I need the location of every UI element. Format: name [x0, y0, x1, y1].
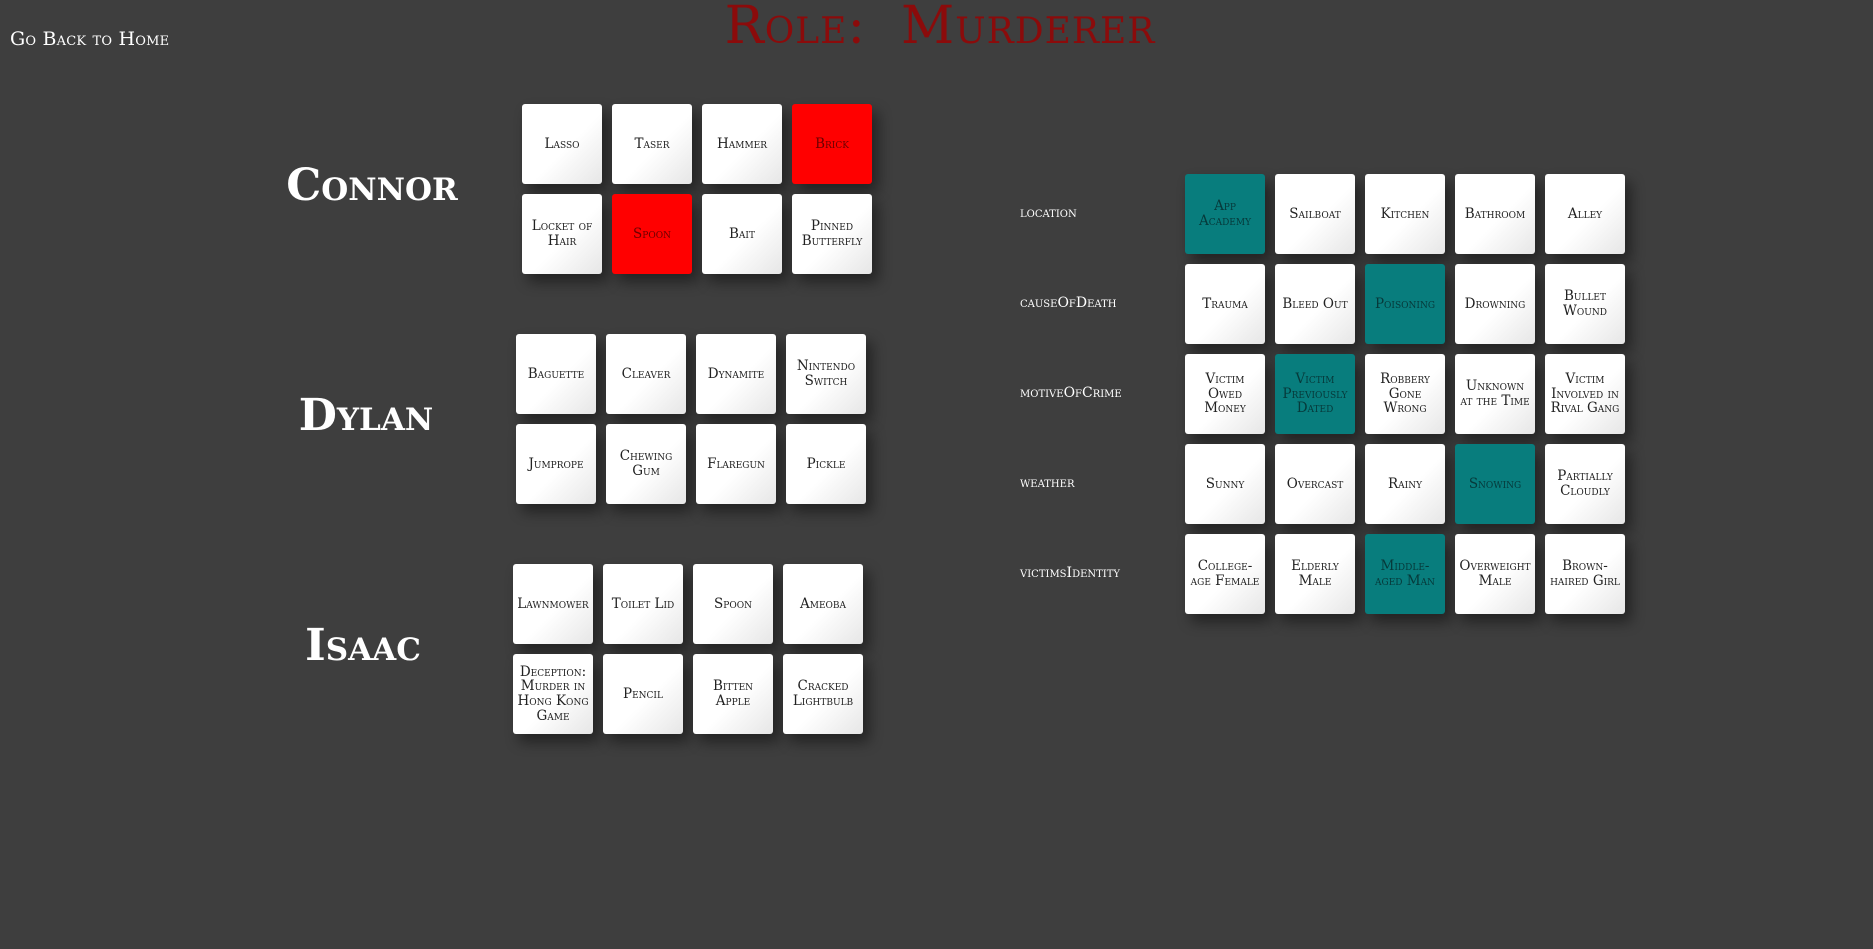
clue-card[interactable]: Rainy [1365, 444, 1445, 524]
player-cards-isaac: Lawnmower Toilet Lid Spoon Ameoba Decept… [513, 564, 863, 734]
card[interactable]: Pinned Butterfly [792, 194, 872, 274]
card[interactable]: Hammer [702, 104, 782, 184]
clue-card[interactable]: Drowning [1455, 264, 1535, 344]
card[interactable]: Nintendo Switch [786, 334, 866, 414]
card[interactable]: Chewing Gum [606, 424, 686, 504]
card[interactable]: Pickle [786, 424, 866, 504]
category-label-motive-of-crime: motiveOfCrime [1020, 385, 1122, 401]
player-name-isaac: Isaac [305, 620, 421, 671]
card[interactable]: Jumprope [516, 424, 596, 504]
clue-card[interactable]: College-age Female [1185, 534, 1265, 614]
clue-card[interactable]: Victim Involved in Rival Gang [1545, 354, 1625, 434]
clue-card[interactable]: Unknown at the Time [1455, 354, 1535, 434]
card[interactable]: Spoon [693, 564, 773, 644]
clue-card[interactable]: Snowing [1455, 444, 1535, 524]
card[interactable]: Pencil [603, 654, 683, 734]
clue-card[interactable]: Kitchen [1365, 174, 1445, 254]
card[interactable]: Lasso [522, 104, 602, 184]
card[interactable]: Lawnmower [513, 564, 593, 644]
card[interactable]: Taser [612, 104, 692, 184]
clue-card[interactable]: Brown-haired Girl [1545, 534, 1625, 614]
card[interactable]: Spoon [612, 194, 692, 274]
category-label-victims-identity: victimsIdentity [1020, 565, 1121, 581]
clue-card[interactable]: Victim Owed Money [1185, 354, 1265, 434]
clue-card[interactable]: Bleed Out [1275, 264, 1355, 344]
card[interactable]: Bitten Apple [693, 654, 773, 734]
clue-card[interactable]: Sailboat [1275, 174, 1355, 254]
clue-card[interactable]: App Academy [1185, 174, 1265, 254]
card[interactable]: Brick [792, 104, 872, 184]
card[interactable]: Cleaver [606, 334, 686, 414]
card[interactable]: Ameoba [783, 564, 863, 644]
card[interactable]: Cracked Lightbulb [783, 654, 863, 734]
card[interactable]: Locket of Hair [522, 194, 602, 274]
card[interactable]: Dynamite [696, 334, 776, 414]
category-label-location: location [1020, 205, 1077, 221]
clue-card[interactable]: Overweight Male [1455, 534, 1535, 614]
card[interactable]: Deception: Murder in Hong Kong Game [513, 654, 593, 734]
player-cards-connor: Lasso Taser Hammer Brick Locket of Hair … [522, 104, 872, 274]
clue-card[interactable]: Sunny [1185, 444, 1265, 524]
clue-card[interactable]: Robbery Gone Wrong [1365, 354, 1445, 434]
card[interactable]: Flaregun [696, 424, 776, 504]
clue-card[interactable]: Bathroom [1455, 174, 1535, 254]
clue-card[interactable]: Bullet Wound [1545, 264, 1625, 344]
player-name-connor: Connor [286, 160, 458, 211]
category-label-cause-of-death: causeOfDeath [1020, 295, 1117, 311]
card[interactable]: Toilet Lid [603, 564, 683, 644]
clue-card[interactable]: Middle-aged Man [1365, 534, 1445, 614]
player-cards-dylan: Baguette Cleaver Dynamite Nintendo Switc… [516, 334, 866, 504]
clue-card[interactable]: Trauma [1185, 264, 1265, 344]
category-label-weather: weather [1020, 475, 1075, 491]
player-name-dylan: Dylan [298, 390, 434, 441]
clue-card[interactable]: Poisoning [1365, 264, 1445, 344]
role-title: Role: Murderer [724, 0, 1156, 56]
card[interactable]: Baguette [516, 334, 596, 414]
clue-card[interactable]: Partially Cloudly [1545, 444, 1625, 524]
clue-card[interactable]: Alley [1545, 174, 1625, 254]
clue-card[interactable]: Elderly Male [1275, 534, 1355, 614]
clue-card[interactable]: Overcast [1275, 444, 1355, 524]
clue-grid: App Academy Sailboat Kitchen Bathroom Al… [1185, 174, 1625, 614]
card[interactable]: Bait [702, 194, 782, 274]
clue-card[interactable]: Victim Previously Dated [1275, 354, 1355, 434]
